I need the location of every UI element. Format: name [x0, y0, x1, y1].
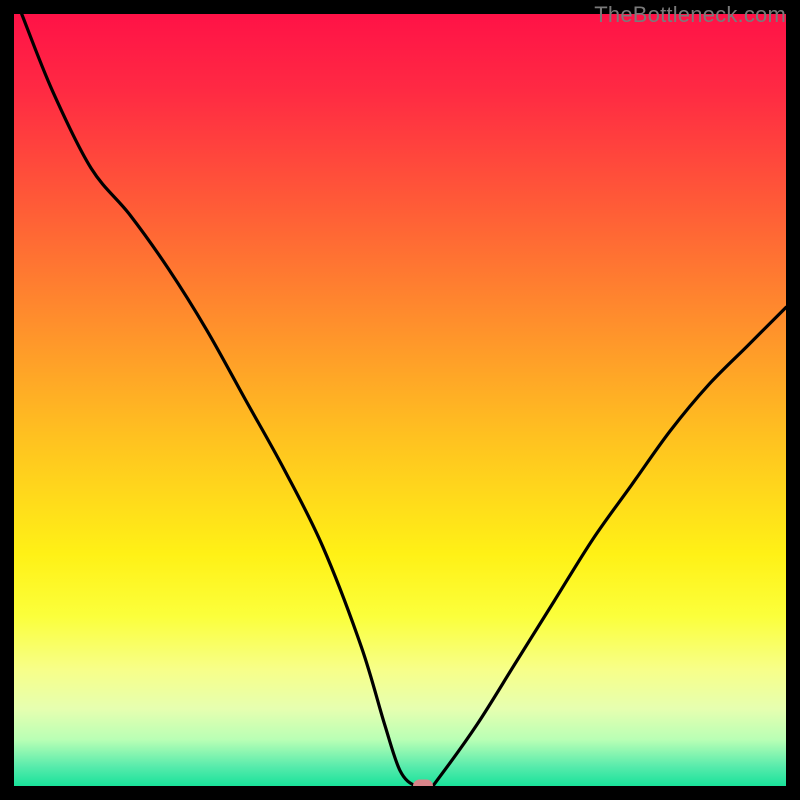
- plot-area: [14, 14, 786, 786]
- bottleneck-curve: [14, 14, 786, 786]
- optimal-point-marker: [413, 780, 433, 787]
- chart-frame: TheBottleneck.com: [0, 0, 800, 800]
- watermark-text: TheBottleneck.com: [594, 2, 786, 28]
